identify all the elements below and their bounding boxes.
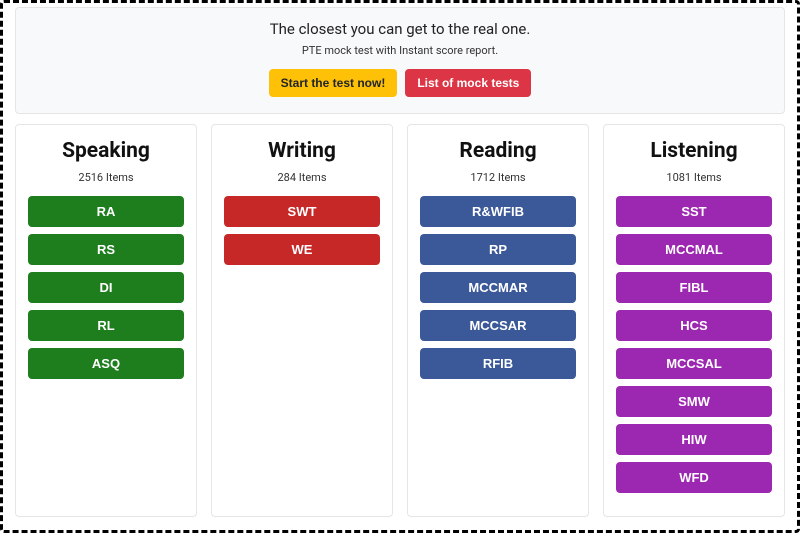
item-fibl[interactable]: FIBL	[616, 272, 772, 303]
hero-buttons: Start the test now! List of mock tests	[269, 69, 532, 97]
item-rfib[interactable]: RFIB	[420, 348, 576, 379]
category-columns: Speaking 2516 Items RA RS DI RL ASQ Writ…	[15, 124, 785, 517]
item-mccsal[interactable]: MCCSAL	[616, 348, 772, 379]
item-hiw[interactable]: HIW	[616, 424, 772, 455]
start-test-button[interactable]: Start the test now!	[269, 69, 398, 97]
item-rp[interactable]: RP	[420, 234, 576, 265]
writing-card: Writing 284 Items SWT WE	[211, 124, 393, 517]
speaking-card: Speaking 2516 Items RA RS DI RL ASQ	[15, 124, 197, 517]
card-count: 284 Items	[224, 171, 380, 184]
page-frame: The closest you can get to the real one.…	[0, 0, 800, 533]
card-count: 1712 Items	[420, 171, 576, 184]
item-sst[interactable]: SST	[616, 196, 772, 227]
item-mccmal[interactable]: MCCMAL	[616, 234, 772, 265]
item-di[interactable]: DI	[28, 272, 184, 303]
item-swt[interactable]: SWT	[224, 196, 380, 227]
item-smw[interactable]: SMW	[616, 386, 772, 417]
item-rl[interactable]: RL	[28, 310, 184, 341]
item-hcs[interactable]: HCS	[616, 310, 772, 341]
item-mccmar[interactable]: MCCMAR	[420, 272, 576, 303]
hero-panel: The closest you can get to the real one.…	[15, 7, 785, 114]
item-asq[interactable]: ASQ	[28, 348, 184, 379]
card-title: Speaking	[28, 139, 184, 163]
card-count: 1081 Items	[616, 171, 772, 184]
item-we[interactable]: WE	[224, 234, 380, 265]
item-rs[interactable]: RS	[28, 234, 184, 265]
item-mccsar[interactable]: MCCSAR	[420, 310, 576, 341]
list-mock-tests-button[interactable]: List of mock tests	[405, 69, 531, 97]
card-count: 2516 Items	[28, 171, 184, 184]
item-ra[interactable]: RA	[28, 196, 184, 227]
hero-subtitle: PTE mock test with Instant score report.	[26, 44, 774, 57]
item-rwfib[interactable]: R&WFIB	[420, 196, 576, 227]
card-title: Writing	[224, 139, 380, 163]
card-title: Reading	[420, 139, 576, 163]
card-title: Listening	[616, 139, 772, 163]
item-wfd[interactable]: WFD	[616, 462, 772, 493]
hero-title: The closest you can get to the real one.	[26, 20, 774, 38]
reading-card: Reading 1712 Items R&WFIB RP MCCMAR MCCS…	[407, 124, 589, 517]
listening-card: Listening 1081 Items SST MCCMAL FIBL HCS…	[603, 124, 785, 517]
